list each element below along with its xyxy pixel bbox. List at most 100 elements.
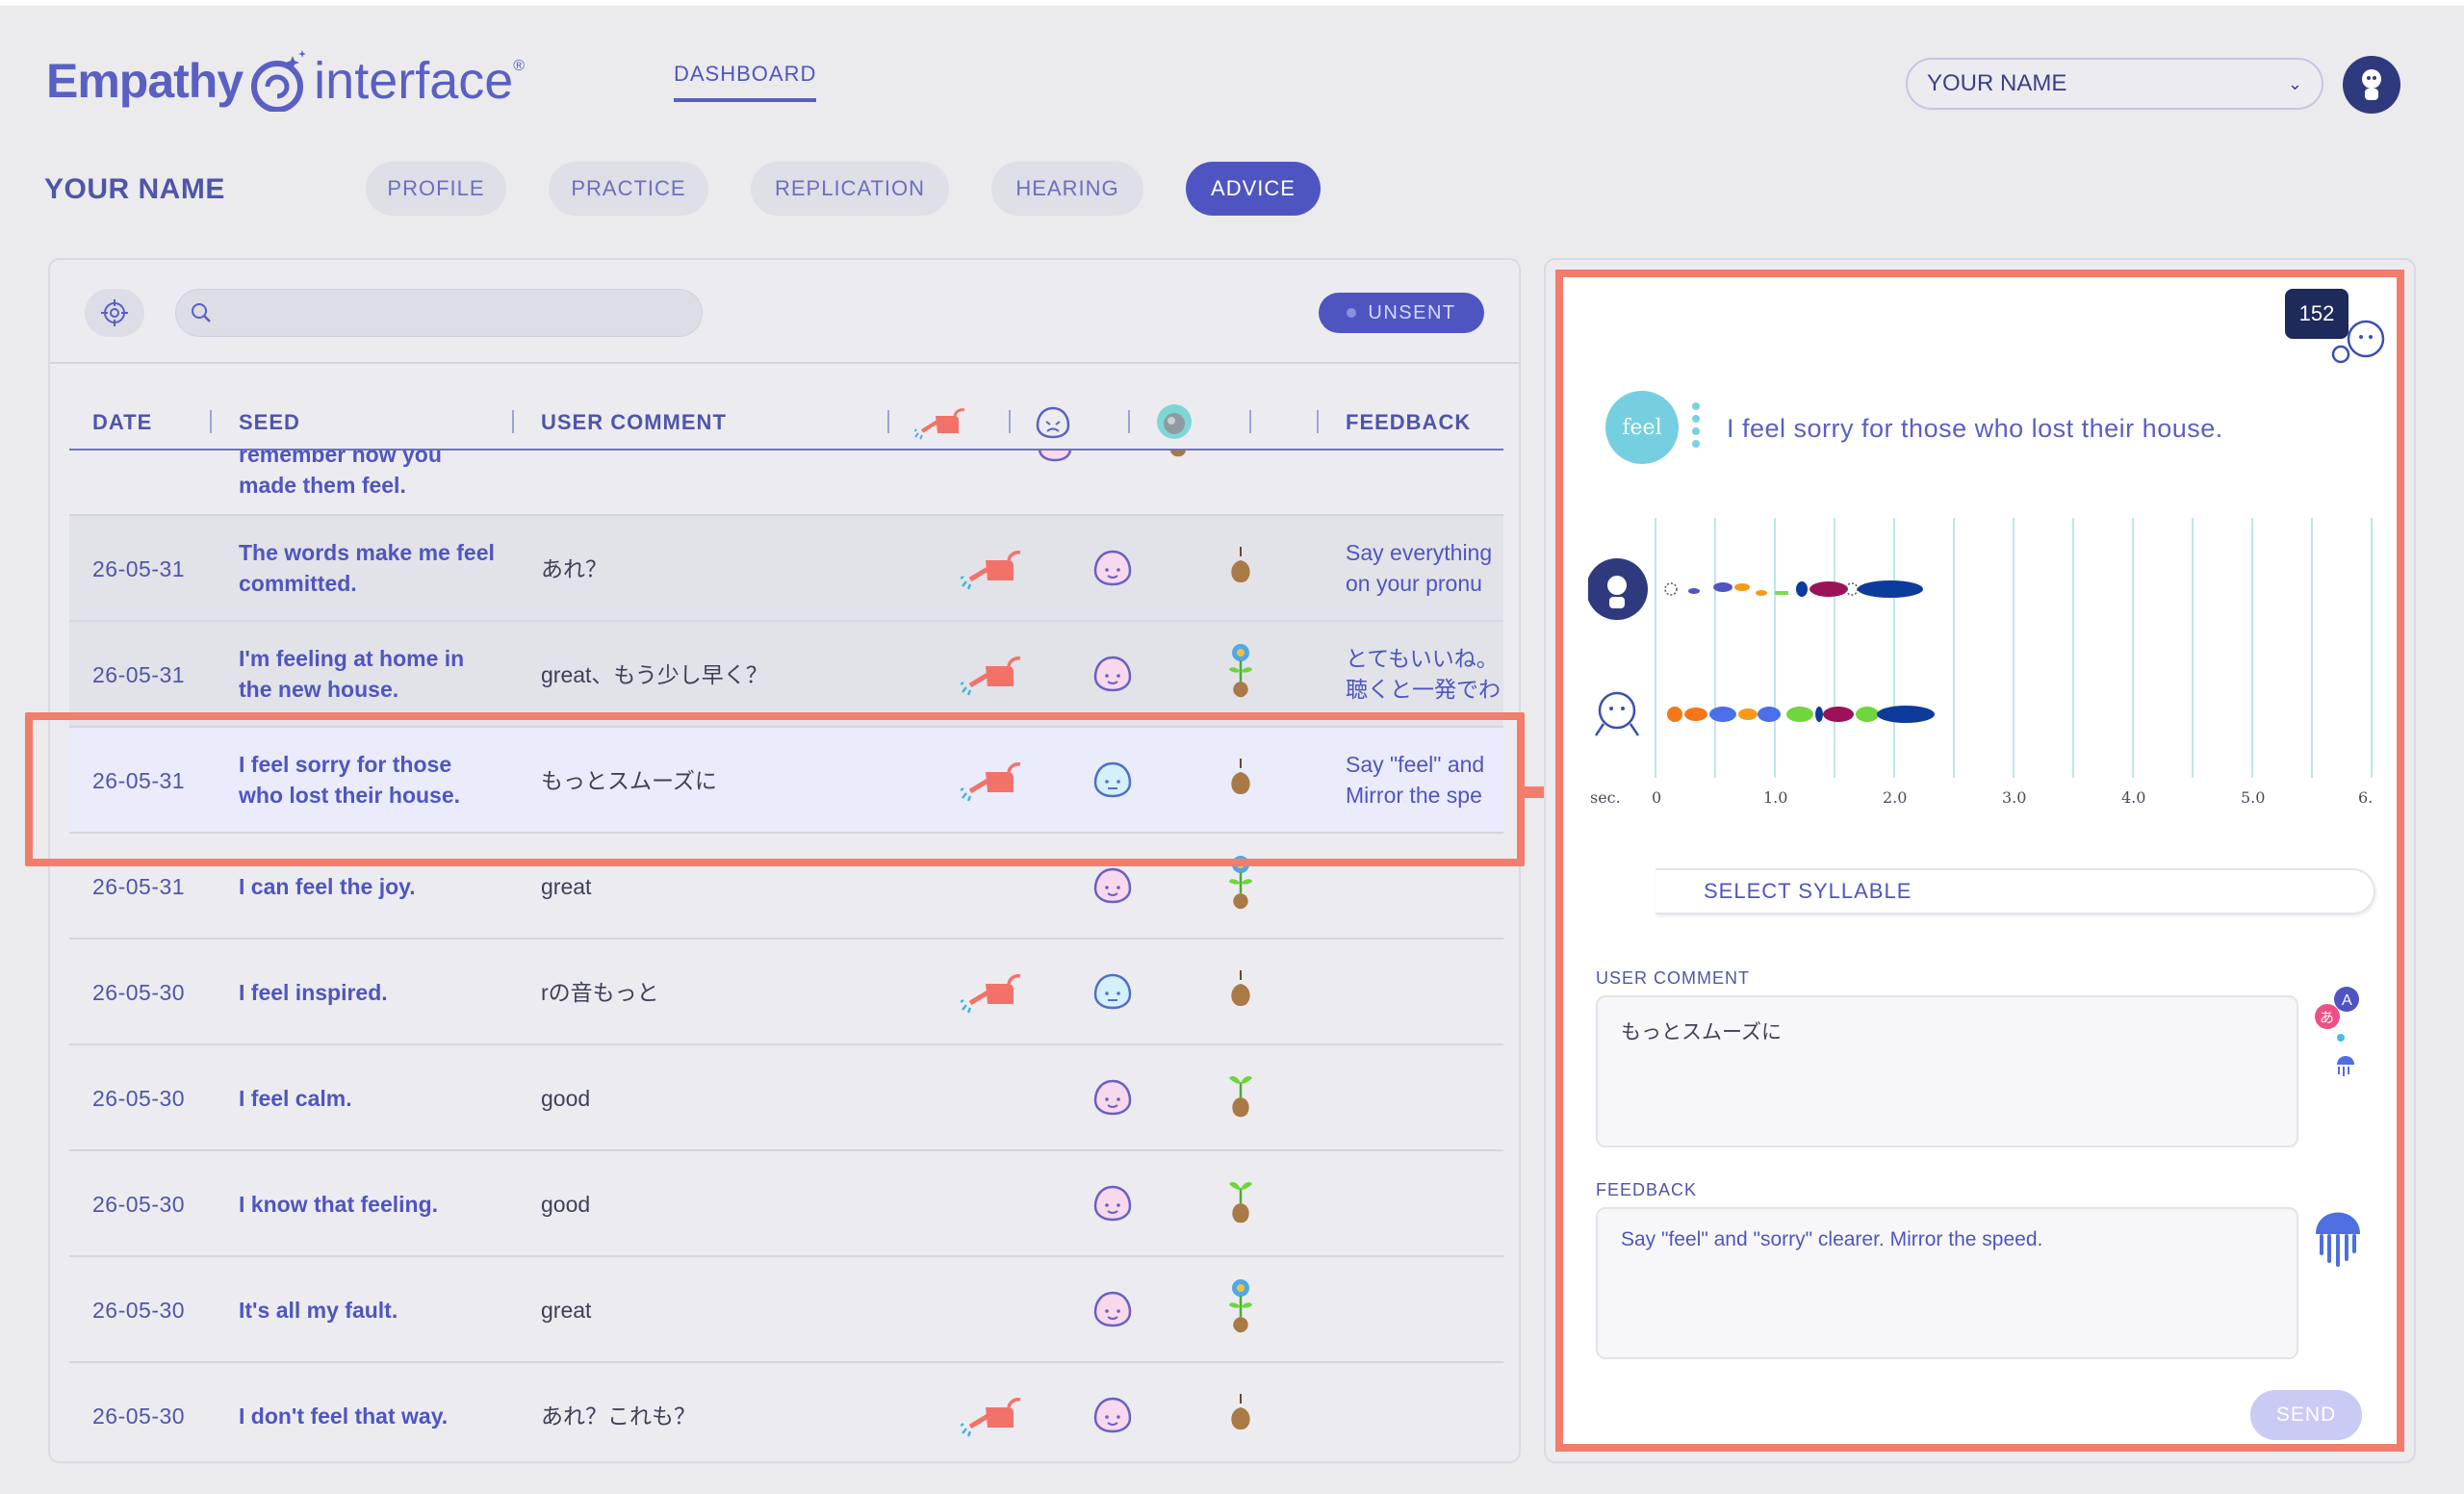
plant-sprout-icon[interactable] [1224,1174,1257,1228]
row-seed: It's all my fault. [239,1298,398,1323]
watering-can-icon[interactable] [961,1392,1024,1440]
row-seed: I know that feeling. [239,1192,439,1217]
table-row[interactable]: 26-05-30 It's all my fault. great [69,1257,1503,1363]
table-row[interactable]: 26-05-30 I feel inspired. rの音もっと [69,940,1503,1045]
row-seed: The words make me feel committed. [239,540,495,596]
plant-flower-icon[interactable] [1222,1276,1259,1336]
search-input[interactable] [222,301,684,324]
watering-can-icon[interactable] [961,968,1024,1017]
feedback-field[interactable]: Say "feel" and "sorry" clearer. Mirror t… [1596,1207,2298,1359]
top-border [0,0,2464,6]
row-user-comment: あれ？ [541,556,607,581]
face-pink-smile-icon [1038,451,1072,462]
translate-icon[interactable]: A あ [2310,986,2368,1084]
word-badge-dots-icon [1690,402,1702,454]
axis-unit-label: sec. [1590,788,1621,807]
locate-button[interactable] [85,289,144,337]
header-watering-can-icon[interactable] [914,402,968,441]
jellyfish-icon [2316,1212,2360,1267]
axis-tick: 1.0 [1763,788,1787,807]
face-pink-smile-icon[interactable] [1091,866,1134,907]
syllable-timeline-chart[interactable]: sec. 0 1.0 2.0 3.0 4.0 5.0 6. [1588,518,2397,836]
table-header: DATE SEED USER COMMENT FEEDBACK [69,393,1503,451]
user-voice-track [1664,580,1923,598]
row-seed: I feel calm. [239,1086,352,1111]
logo: Empathy interface ® [46,33,525,129]
logo-word-empathy: Empathy [46,54,244,108]
header-user-comment[interactable]: USER COMMENT [541,410,727,435]
select-syllable-button[interactable]: SELECT SYLLABLE [1656,868,2375,914]
watering-can-icon[interactable] [961,651,1024,699]
face-pink-smile-icon[interactable] [1091,1290,1134,1330]
row-feedback: とてもいいね。聴くと一発でわ [1346,646,1501,702]
plant-flower-icon[interactable] [1222,641,1259,701]
name-select-value: YOUR NAME [1927,70,2067,96]
plant-bulb-icon[interactable] [1226,966,1255,1015]
header-seed-ball-icon[interactable] [1155,402,1194,441]
face-pink-smile-icon[interactable] [1091,549,1134,589]
row-seed: I don't feel that way. [239,1404,449,1429]
row-user-comment: good [541,1086,591,1111]
row-user-comment: あれ？これも？ [541,1404,696,1429]
avatar[interactable] [2343,56,2400,114]
header-feedback[interactable]: FEEDBACK [1346,410,1471,435]
row-date: 26-05-30 [92,1086,186,1111]
user-comment-field[interactable]: もっとスムーズに [1596,995,2298,1147]
tab-advice[interactable]: ADVICE [1186,162,1321,216]
timeline-axis-labels: sec. 0 1.0 2.0 3.0 4.0 5.0 6. [1590,788,2373,807]
row-seed: remember how you made them feel. [239,451,442,498]
table-row[interactable]: 26-05-30 I feel calm. good [69,1045,1503,1151]
crosshair-icon [101,299,128,326]
tab-replication[interactable]: REPLICATION [751,162,949,216]
detail-sentence: I feel sorry for those who lost their ho… [1727,414,2223,443]
records-toolbar: UNSENT [50,260,1519,364]
header-seed[interactable]: SEED [239,410,300,435]
plant-sprout-icon[interactable] [1224,1069,1257,1122]
face-pink-smile-icon[interactable] [1091,1184,1134,1224]
face-pink-smile-icon[interactable] [1091,1396,1134,1436]
row-date: 26-05-30 [92,1192,186,1217]
header-face-icon[interactable] [1034,404,1072,441]
header-separator [210,410,212,433]
header-separator [1128,410,1130,433]
tab-hearing[interactable]: HEARING [991,162,1143,216]
table-row[interactable]: 26-05-30 I don't feel that way. あれ？これも？ [69,1363,1503,1461]
row-seed: I can feel the joy. [239,874,416,899]
face-pink-smile-icon[interactable] [1091,655,1134,695]
model-voice-track [1667,706,1935,723]
dashboard-link[interactable]: DASHBOARD [674,62,817,102]
axis-tick: 5.0 [2241,788,2265,807]
row-date: 26-05-30 [92,1404,186,1429]
row-date: 26-05-31 [92,874,186,899]
unsent-filter-button[interactable]: UNSENT [1319,293,1484,333]
plant-bulb-icon[interactable] [1226,543,1255,591]
axis-tick: 0 [1652,788,1661,807]
send-button[interactable]: SEND [2250,1390,2362,1440]
plant-bulb-icon[interactable] [1226,1390,1255,1438]
table-row[interactable]: 26-05-30 I know that feeling. good [69,1151,1503,1257]
table-row[interactable]: 26-05-31 The words make me feel committed… [69,516,1503,622]
row-user-comment: great、もう少し早く？ [541,662,768,687]
word-badge[interactable]: feel [1605,391,1679,464]
header-separator [1009,410,1011,433]
header-date[interactable]: DATE [92,410,152,435]
header-separator [1317,410,1319,433]
face-pink-smile-icon[interactable] [1091,1078,1134,1119]
selected-row-highlight [25,712,1525,866]
row-user-comment: good [541,1192,591,1217]
row-date: 26-05-30 [92,1298,186,1323]
logo-registered-mark: ® [513,58,526,74]
name-select[interactable]: YOUR NAME ⌄ [1906,58,2323,110]
svg-text:あ: あ [2320,1009,2334,1026]
table-row-partial[interactable]: remember how you made them feel. [69,451,1503,516]
tab-profile[interactable]: PROFILE [366,162,506,216]
page-user-name: YOUR NAME [44,173,225,205]
tab-practice[interactable]: PRACTICE [549,162,708,216]
avatar-robot-icon [2362,69,2381,100]
chevron-down-icon: ⌄ [2287,73,2302,93]
character-peek-icon [2331,320,2385,364]
svg-text:A: A [2342,992,2352,1009]
watering-can-icon[interactable] [961,545,1024,593]
search-icon [192,303,211,322]
face-blue-neutral-icon[interactable] [1091,972,1134,1013]
